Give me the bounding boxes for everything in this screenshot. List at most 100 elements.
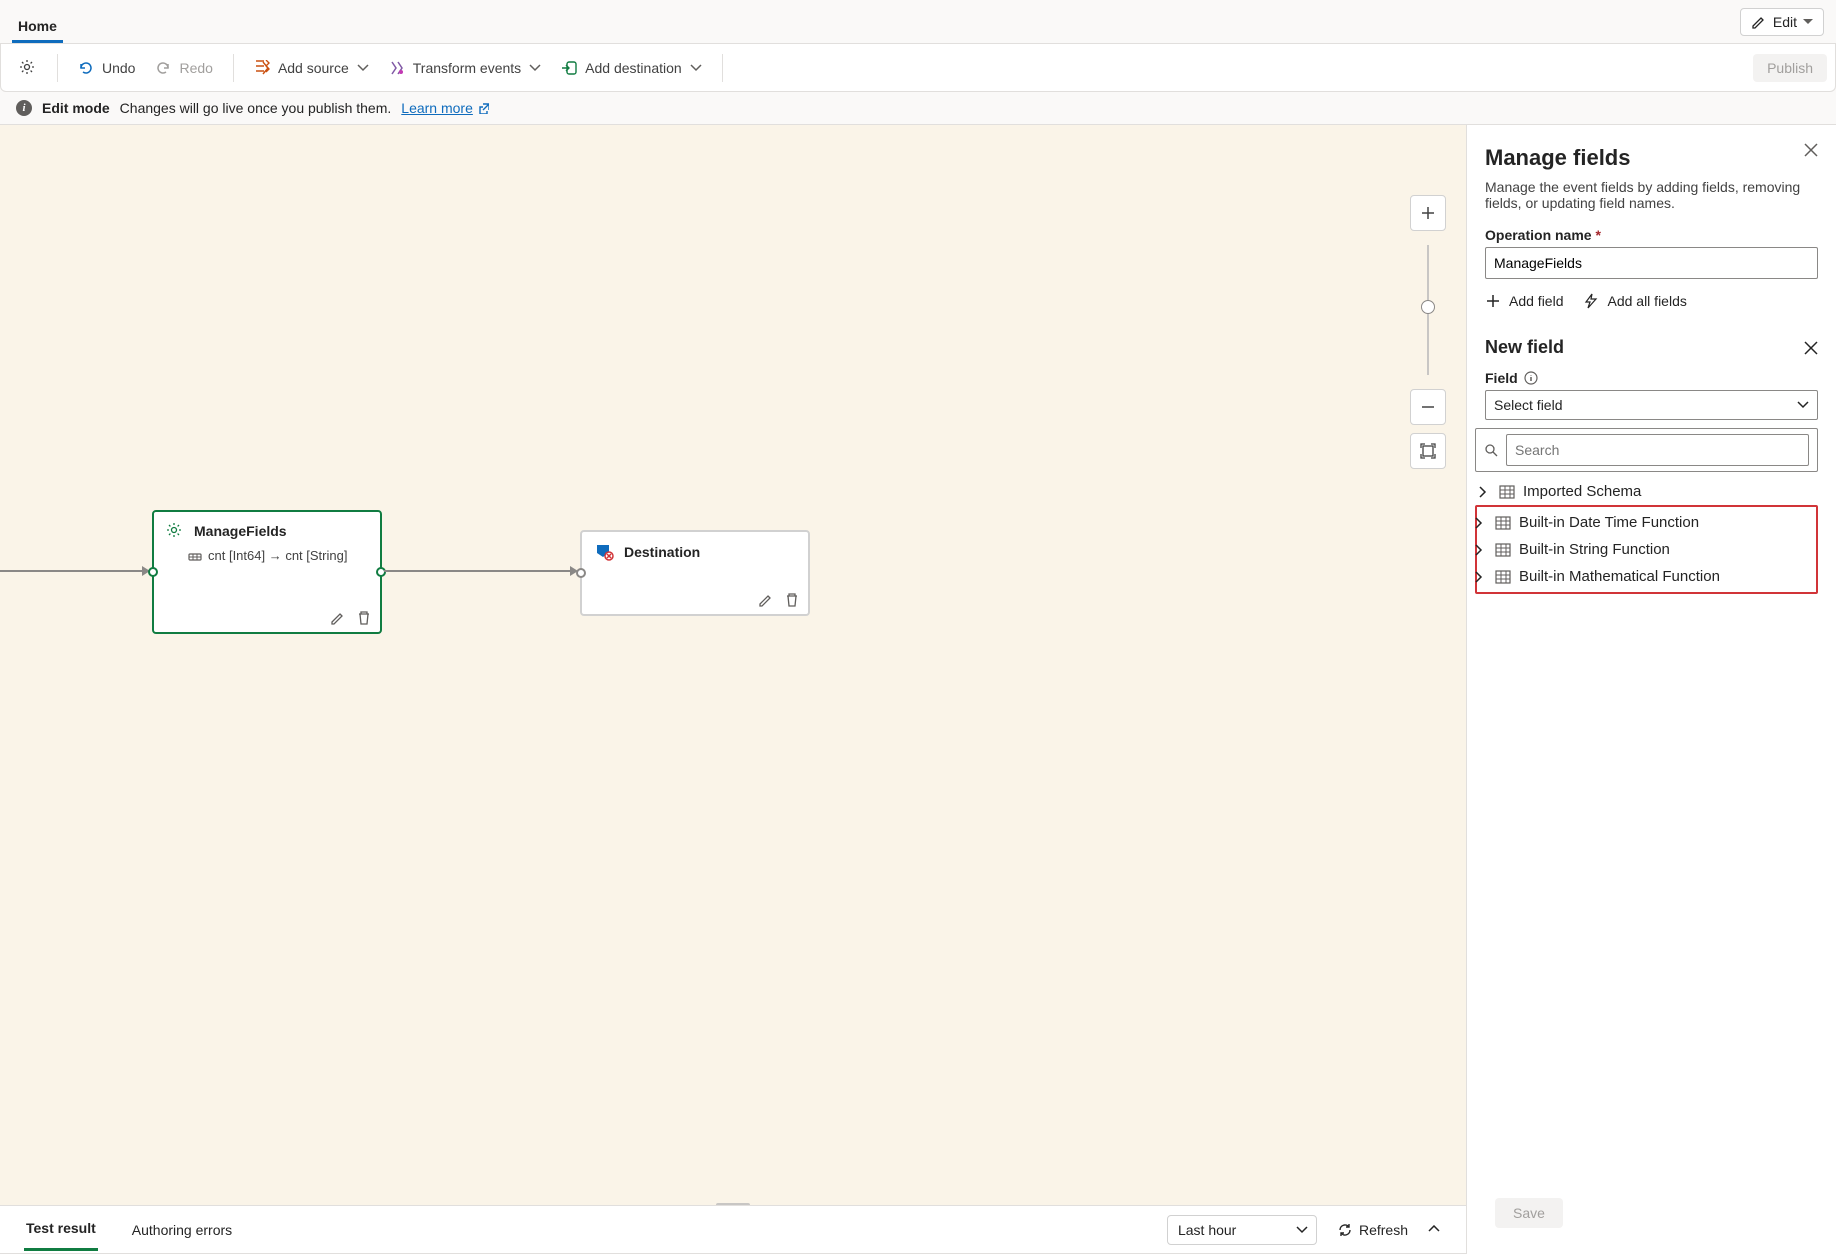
separator — [57, 54, 58, 82]
tab-test-result[interactable]: Test result — [24, 1208, 98, 1251]
transform-icon — [389, 60, 405, 76]
edge-managefields-destination — [384, 570, 576, 572]
add-field-button[interactable]: Add field — [1485, 293, 1563, 309]
node-mapping: cnt [Int64] → cnt [String] — [208, 548, 347, 563]
info-icon — [1524, 371, 1538, 385]
banner-title: Edit mode — [42, 100, 110, 116]
chevron-down-icon — [357, 64, 369, 72]
chevron-right-icon — [1475, 517, 1485, 529]
node-destination[interactable]: Destination — [580, 530, 810, 616]
plus-icon — [1420, 205, 1436, 221]
settings-button[interactable] — [9, 53, 47, 83]
tree-label: Built-in Mathematical Function — [1519, 568, 1720, 585]
close-panel-button[interactable] — [1804, 143, 1818, 157]
bolt-icon — [1583, 293, 1599, 309]
add-destination-icon — [561, 60, 577, 76]
undo-button[interactable]: Undo — [68, 54, 145, 82]
tab-authoring-errors[interactable]: Authoring errors — [130, 1210, 234, 1250]
tree-math-function[interactable]: Built-in Mathematical Function — [1475, 563, 1812, 590]
redo-button: Redo — [145, 54, 222, 82]
pencil-icon — [330, 610, 346, 626]
port-in[interactable] — [576, 568, 586, 578]
header-tabs: Home Edit — [0, 0, 1836, 44]
chevron-right-icon — [1475, 544, 1485, 556]
canvas[interactable]: ManageFields cnt [Int64] → cnt [String] — [0, 125, 1466, 1253]
close-new-field-button[interactable] — [1804, 341, 1818, 355]
add-all-fields-label: Add all fields — [1607, 293, 1686, 309]
zoom-slider[interactable] — [1427, 245, 1429, 375]
add-source-label: Add source — [278, 60, 349, 76]
schema-icon — [188, 550, 202, 562]
zoom-out-button[interactable] — [1410, 389, 1446, 425]
zoom-in-button[interactable] — [1410, 195, 1446, 231]
plus-icon — [1485, 293, 1501, 309]
chevron-right-icon — [1475, 571, 1485, 583]
operation-name-input[interactable] — [1485, 247, 1818, 279]
transform-label: Transform events — [413, 60, 521, 76]
port-in[interactable] — [148, 567, 158, 577]
table-icon — [1499, 484, 1515, 500]
manage-fields-panel: Manage fields Manage the event fields by… — [1466, 125, 1836, 1254]
pencil-icon — [758, 592, 774, 608]
edit-node-button[interactable] — [758, 592, 774, 608]
refresh-button[interactable]: Refresh — [1337, 1222, 1408, 1238]
tree-string-function[interactable]: Built-in String Function — [1475, 536, 1812, 563]
delete-node-button[interactable] — [356, 610, 372, 626]
add-field-label: Add field — [1509, 293, 1563, 309]
separator — [722, 54, 723, 82]
edge-incoming — [0, 570, 148, 572]
main-area: ManageFields cnt [Int64] → cnt [String] — [0, 125, 1836, 1254]
add-destination-label: Add destination — [585, 60, 682, 76]
add-source-button[interactable]: Add source — [244, 54, 379, 82]
chevron-down-icon — [690, 64, 702, 72]
add-destination-button[interactable]: Add destination — [551, 54, 712, 82]
learn-more-label: Learn more — [401, 100, 473, 116]
edit-node-button[interactable] — [330, 610, 346, 626]
pencil-icon — [1751, 14, 1767, 30]
tree-label: Built-in Date Time Function — [1519, 514, 1699, 531]
fit-view-button[interactable] — [1410, 433, 1446, 469]
chevron-down-icon — [1296, 1226, 1308, 1234]
tree-label: Imported Schema — [1523, 483, 1641, 500]
node-title: Destination — [624, 544, 700, 560]
trash-icon — [784, 592, 800, 608]
toolbar: Undo Redo Add source Transform events Ad… — [0, 44, 1836, 92]
panel-description: Manage the event fields by adding fields… — [1485, 179, 1818, 211]
chevron-down-icon — [1803, 18, 1813, 26]
tab-home[interactable]: Home — [12, 8, 63, 43]
info-icon: i — [16, 100, 32, 116]
close-icon — [1804, 341, 1818, 355]
tree-datetime-function[interactable]: Built-in Date Time Function — [1475, 509, 1812, 536]
panel-title: Manage fields — [1485, 145, 1818, 171]
zoom-slider-thumb[interactable] — [1421, 300, 1435, 314]
collapse-panel-button[interactable] — [1428, 1225, 1442, 1235]
table-icon — [1495, 542, 1511, 558]
time-range-select[interactable]: Last hour — [1167, 1215, 1317, 1245]
transform-events-button[interactable]: Transform events — [379, 54, 551, 82]
highlighted-functions-group: Built-in Date Time Function Built-in Str… — [1475, 505, 1818, 594]
tree-imported-schema[interactable]: Imported Schema — [1479, 478, 1818, 505]
node-manage-fields[interactable]: ManageFields cnt [Int64] → cnt [String] — [152, 510, 382, 634]
save-button: Save — [1495, 1198, 1563, 1228]
chevron-right-icon — [1479, 486, 1489, 498]
gear-icon — [19, 59, 37, 77]
publish-button: Publish — [1753, 54, 1827, 82]
refresh-icon — [1337, 1222, 1353, 1238]
delete-node-button[interactable] — [784, 592, 800, 608]
time-range-value: Last hour — [1178, 1222, 1236, 1238]
add-all-fields-button[interactable]: Add all fields — [1583, 293, 1686, 309]
learn-more-link[interactable]: Learn more — [401, 100, 489, 116]
node-title: ManageFields — [194, 523, 287, 539]
port-out[interactable] — [376, 567, 386, 577]
edit-button-label: Edit — [1773, 14, 1797, 30]
external-link-icon — [477, 102, 489, 114]
manage-fields-icon — [166, 522, 184, 540]
field-select-value: Select field — [1494, 397, 1562, 413]
refresh-label: Refresh — [1359, 1222, 1408, 1238]
close-icon — [1804, 143, 1818, 157]
edit-dropdown-button[interactable]: Edit — [1740, 8, 1824, 36]
field-search-input[interactable] — [1506, 434, 1809, 466]
field-search-box[interactable] — [1475, 428, 1818, 472]
separator — [233, 54, 234, 82]
field-select[interactable]: Select field — [1485, 390, 1818, 420]
